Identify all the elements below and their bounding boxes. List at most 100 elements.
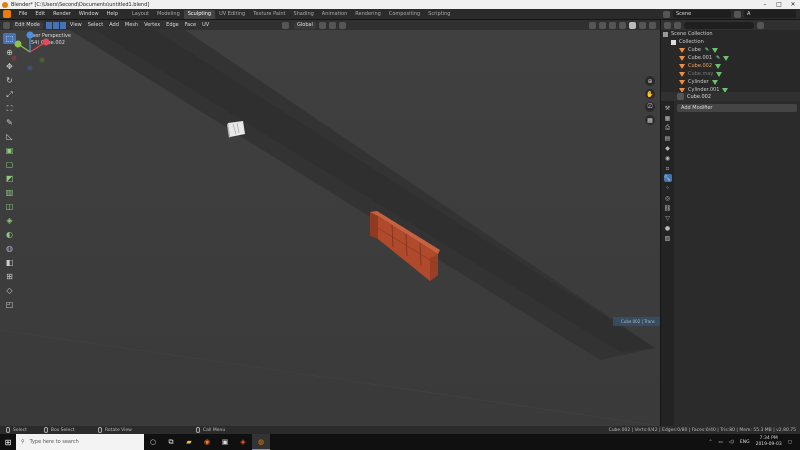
outliner-row[interactable]: Cylinder (661, 78, 800, 86)
viewport-menu-select[interactable]: Select (85, 22, 106, 28)
annotate-icon[interactable]: ✎ (3, 117, 16, 128)
mesh-data-icon[interactable] (723, 55, 730, 61)
shading-solid-icon[interactable] (629, 21, 636, 29)
viewport-menu-face[interactable]: Face (182, 22, 199, 28)
shading-material-icon[interactable] (639, 21, 646, 29)
taskbar-clock[interactable]: 7:34 PM 2019-09-03 (756, 436, 782, 448)
smooth-icon[interactable]: ◍ (3, 243, 16, 254)
view-layer-icon[interactable] (734, 10, 741, 18)
menu-file[interactable]: File (15, 11, 31, 17)
transform-icon[interactable]: ⛶ (3, 103, 16, 114)
world-icon[interactable]: ◉ (664, 154, 672, 162)
workspace-tab-rendering[interactable]: Rendering (351, 10, 385, 19)
ortho-grid-icon[interactable]: ▦ (645, 115, 655, 125)
extrude-icon[interactable]: ▣ (3, 145, 16, 156)
viewport-menu-view[interactable]: View (67, 22, 85, 28)
chevron-up-icon[interactable]: ⌃ (709, 440, 713, 445)
taskbar-search[interactable]: ⚲ Type here to search (16, 434, 144, 450)
close-button[interactable]: ✕ (786, 0, 800, 9)
proportional-edit-icon[interactable] (338, 21, 346, 29)
navigation-gizmo[interactable] (0, 30, 58, 74)
workspace-tab-scripting[interactable]: Scripting (424, 10, 454, 19)
bevel-icon[interactable]: ◩ (3, 173, 16, 184)
app-icon[interactable]: ▣ (216, 434, 234, 450)
add-modifier-dropdown[interactable]: Add Modifier (677, 104, 797, 112)
display-mode-icon[interactable] (674, 21, 681, 29)
volume-icon[interactable]: ◁) (729, 440, 734, 445)
blender-menu-icon[interactable] (3, 10, 11, 18)
material-icon[interactable]: ● (664, 224, 672, 232)
outliner-row[interactable]: Cube.may (661, 70, 800, 78)
constraints-icon[interactable]: ⛓ (664, 204, 672, 212)
view-layer-icon[interactable]: ▤ (664, 134, 672, 142)
workspace-tab-shading[interactable]: Shading (289, 10, 317, 19)
pan-hand-icon[interactable]: ✋ (645, 89, 655, 99)
vertex-select-icon[interactable] (45, 21, 52, 29)
outliner-row[interactable]: Collection (661, 38, 800, 46)
physics-icon[interactable]: ◎ (664, 194, 672, 202)
mode-selector[interactable]: Edit Mode (12, 21, 43, 29)
xray-toggle-icon[interactable] (609, 21, 616, 29)
outliner-row[interactable]: Cube.002 (661, 62, 800, 70)
scene-icon[interactable] (663, 10, 670, 18)
viewport-menu-edge[interactable]: Edge (163, 22, 182, 28)
texture-icon[interactable]: ▧ (664, 234, 672, 242)
maximize-button[interactable]: □ (772, 0, 786, 9)
particles-icon[interactable]: ⁘ (664, 184, 672, 192)
workspace-tab-uv-editing[interactable]: UV Editing (215, 10, 249, 19)
overlay-toggle-icon[interactable] (599, 21, 606, 29)
workspace-tab-modeling[interactable]: Modeling (153, 10, 184, 19)
shrink-fatten-icon[interactable]: ⊞ (3, 271, 16, 282)
viewport-menu-uv[interactable]: UV (199, 22, 212, 28)
rotate-icon[interactable]: ↻ (3, 75, 16, 86)
outliner-row[interactable]: Scene Collection (661, 30, 800, 38)
mesh-data-icon[interactable] (715, 63, 722, 69)
outliner-row[interactable]: Cube.001 ✎ (661, 54, 800, 62)
blender-taskbar-icon[interactable]: ◍ (252, 434, 270, 450)
shading-wireframe-icon[interactable] (619, 21, 626, 29)
poly-build-icon[interactable]: ◈ (3, 215, 16, 226)
outliner-search-input[interactable] (684, 21, 754, 29)
mesh-data-icon[interactable] (716, 71, 723, 77)
viewport-menu-mesh[interactable]: Mesh (122, 22, 141, 28)
brave-icon[interactable]: ◈ (234, 434, 252, 450)
scale-icon[interactable]: ⤢ (3, 89, 16, 100)
cortana-icon[interactable]: ○ (144, 434, 162, 450)
snap-icon[interactable] (328, 21, 336, 29)
task-view-icon[interactable]: ⧉ (162, 434, 180, 450)
filter-icon[interactable] (757, 21, 764, 29)
mesh-data-icon[interactable] (712, 47, 719, 53)
rip-region-icon[interactable]: ◰ (3, 299, 16, 310)
minimize-button[interactable]: – (758, 0, 772, 9)
scene-selector[interactable]: Scene (673, 10, 731, 18)
edit-mode-icon[interactable]: ✎ (716, 55, 720, 61)
inset-icon[interactable]: ▢ (3, 159, 16, 170)
mesh-data-icon[interactable] (711, 79, 718, 85)
3d-viewport[interactable]: User Perspective (54) Cube.002 ⬚ ⊕ ✥ ↻ ⤢ ⛶ ✎ ◺ ▣… (0, 30, 660, 426)
spin-icon[interactable]: ◐ (3, 229, 16, 240)
workspace-tab-animation[interactable]: Animation (318, 10, 352, 19)
windows-start-icon[interactable]: ⊞ (0, 434, 16, 450)
face-select-icon[interactable] (59, 21, 66, 29)
pivot-point-icon[interactable] (318, 21, 326, 29)
network-icon[interactable]: ▭ (718, 440, 722, 445)
workspace-tab-texture-paint[interactable]: Texture Paint (249, 10, 289, 19)
output-icon[interactable]: ⎙ (664, 124, 672, 132)
notifications-icon[interactable]: ▢ (788, 440, 792, 445)
scene-icon[interactable]: ◆ (664, 144, 672, 152)
menu-help[interactable]: Help (103, 11, 122, 17)
loop-cut-icon[interactable]: ▥ (3, 187, 16, 198)
object-icon[interactable]: ▫ (664, 164, 672, 172)
camera-view-icon[interactable]: ⎚ (645, 102, 655, 112)
edge-select-icon[interactable] (52, 21, 59, 29)
shear-icon[interactable]: ◇ (3, 285, 16, 296)
viewport-menu-add[interactable]: Add (106, 22, 122, 28)
measure-icon[interactable]: ◺ (3, 131, 16, 142)
editor-type-icon[interactable] (3, 21, 10, 29)
outliner-row[interactable]: Cube ✎ (661, 46, 800, 54)
render-icon[interactable]: ▦ (664, 114, 672, 122)
modifier-wrench-icon[interactable]: 🔧 (663, 174, 672, 182)
data-icon[interactable]: ▽ (664, 214, 672, 222)
workspace-tab-layout[interactable]: Layout (128, 10, 153, 19)
view-layer-selector[interactable]: A (744, 10, 796, 18)
